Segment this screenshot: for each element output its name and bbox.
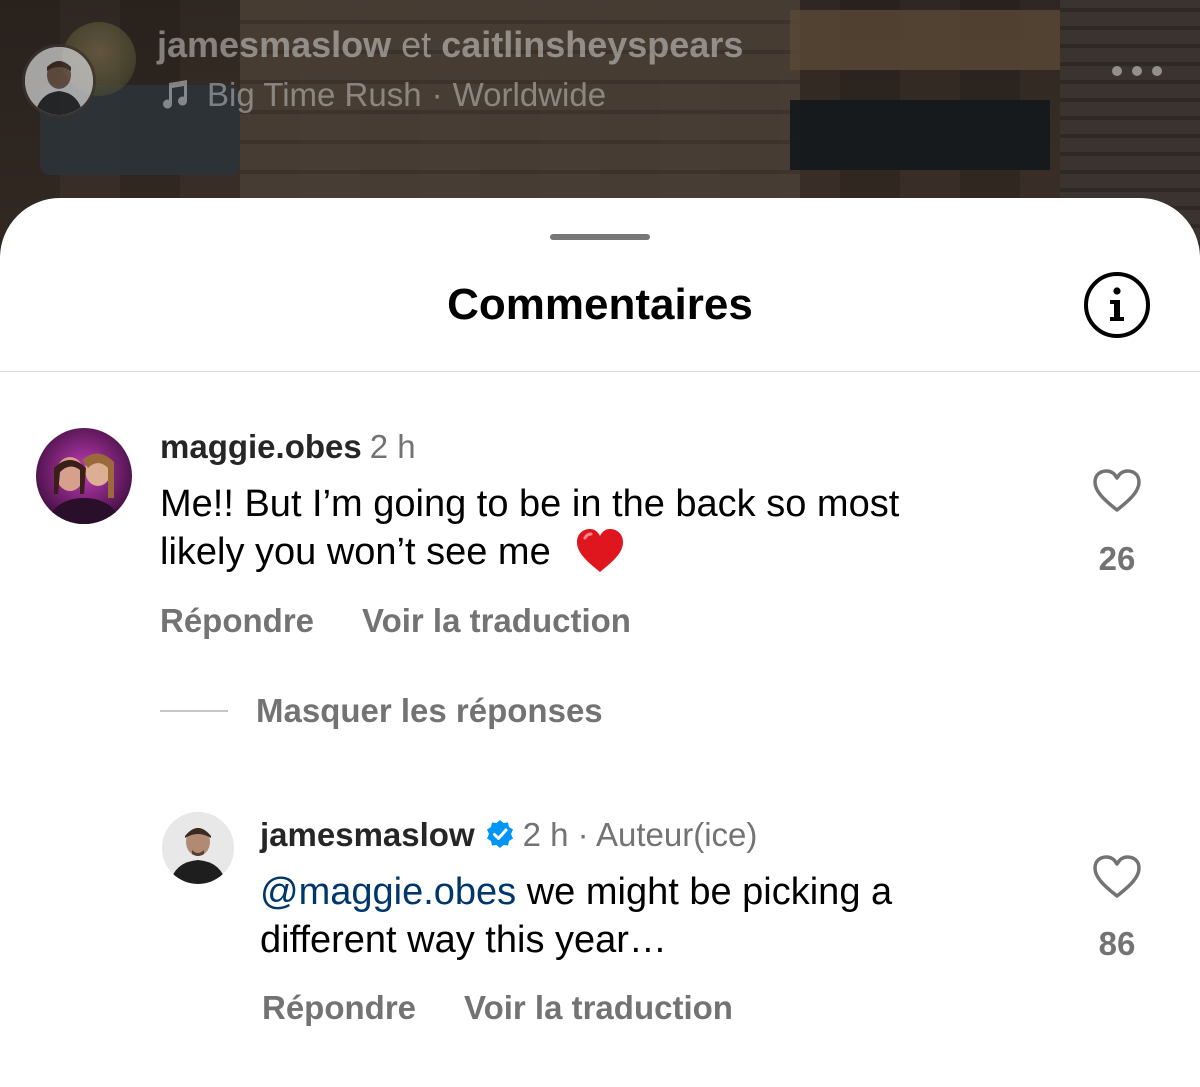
- reel-author-secondary[interactable]: caitlinsheyspears: [441, 24, 743, 65]
- info-icon[interactable]: [1083, 271, 1151, 339]
- comment-username[interactable]: maggie.obes: [160, 428, 362, 465]
- reel-author-primary[interactable]: jamesmaslow: [157, 24, 391, 65]
- comment-text-line: Me!! But I’m going to be in the back so …: [160, 483, 900, 525]
- reel-header: jamesmaslow et caitlinsheyspears Big Tim…: [0, 0, 1200, 200]
- sheet-title: Commentaires: [447, 280, 753, 329]
- see-translation-button[interactable]: Voir la traduction: [464, 989, 733, 1026]
- see-translation-button[interactable]: Voir la traduction: [362, 602, 631, 639]
- reply-text: @maggie.obes we might be picking a diffe…: [260, 868, 1060, 964]
- reply-author[interactable]: jamesmaslow 2 h · Auteur(ice): [260, 816, 757, 854]
- replies-divider-line: [160, 710, 228, 712]
- more-dot: [1112, 66, 1122, 76]
- comment-text: Me!! But I’m going to be in the back so …: [160, 480, 1060, 586]
- header-divider: [0, 371, 1200, 372]
- reel-authors[interactable]: jamesmaslow et caitlinsheyspears: [157, 24, 743, 66]
- reel-audio[interactable]: Big Time Rush · Worldwide: [157, 76, 606, 114]
- mention-link[interactable]: @maggie.obes: [260, 871, 516, 913]
- audio-title: Big Time Rush: [207, 76, 422, 113]
- comment-text-line-2: likely you won’t see me: [160, 531, 551, 573]
- verified-badge-icon: [486, 820, 513, 848]
- reply-button[interactable]: Répondre: [160, 602, 314, 639]
- avatar-primary: [22, 44, 96, 118]
- like-heart-icon[interactable]: [1092, 854, 1142, 900]
- collab-avatars[interactable]: [22, 22, 136, 122]
- reply-button[interactable]: Répondre: [262, 989, 416, 1026]
- avatar[interactable]: [36, 428, 132, 524]
- reply-text-line-1: we might be picking a: [516, 871, 893, 913]
- sheet-drag-handle[interactable]: [550, 234, 650, 240]
- reply-actions: Répondre Voir la traduction: [262, 989, 733, 1027]
- hide-replies-button[interactable]: Masquer les réponses: [160, 692, 603, 730]
- reply-time-meta: 2 h · Auteur(ice): [522, 816, 758, 853]
- audio-separator: ·: [431, 76, 443, 113]
- reply-text-line: @maggie.obes we might be picking a: [260, 868, 1060, 916]
- like-heart-icon[interactable]: [1092, 468, 1142, 514]
- comment-actions: Répondre Voir la traduction: [160, 602, 631, 640]
- avatar[interactable]: [162, 812, 234, 884]
- like-count: 26: [1098, 540, 1136, 577]
- hide-replies-label: Masquer les réponses: [256, 692, 603, 729]
- comments-sheet: Commentaires maggie.obes 2 h Me!! But I’…: [0, 198, 1200, 1087]
- music-note-icon: [163, 80, 188, 109]
- red-heart-emoji: [575, 528, 625, 586]
- comment-text-line: likely you won’t see me: [160, 528, 1060, 586]
- comment-time: 2 h: [369, 428, 416, 465]
- more-options-icon[interactable]: [1112, 64, 1162, 78]
- like-count: 86: [1098, 925, 1136, 962]
- reel-authors-connector: et: [401, 24, 432, 65]
- audio-scope: Worldwide: [452, 76, 607, 113]
- comment-author[interactable]: maggie.obes 2 h: [160, 428, 416, 466]
- reply-text-line-2: different way this year…: [260, 919, 667, 961]
- reply-username[interactable]: jamesmaslow: [260, 816, 475, 853]
- more-dot: [1152, 66, 1162, 76]
- more-dot: [1132, 66, 1142, 76]
